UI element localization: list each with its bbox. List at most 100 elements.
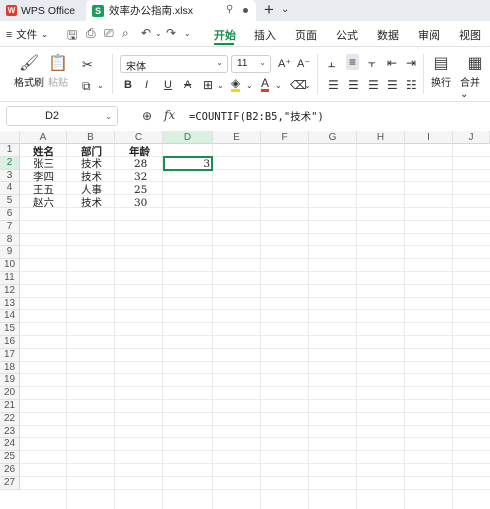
column-header-a[interactable]: A (20, 131, 67, 144)
cell-b3[interactable]: 技术 (81, 171, 102, 183)
indent-decrease-icon[interactable]: ⇤ (387, 56, 397, 70)
font-color-button[interactable]: A (261, 77, 270, 92)
row-header-20[interactable]: 20 (0, 387, 20, 400)
row-header-21[interactable]: 21 (0, 400, 20, 413)
copy-icon[interactable]: ⧉ (82, 79, 91, 94)
print-preview-icon[interactable]: ⌕ (122, 26, 129, 41)
export-icon[interactable]: ⎙ (86, 26, 96, 41)
align-right-icon[interactable]: ☰ (368, 78, 379, 92)
row-header-5[interactable]: 5 (0, 195, 20, 208)
row-header-16[interactable]: 16 (0, 336, 20, 349)
column-header-e[interactable]: E (213, 131, 261, 144)
row-header-26[interactable]: 26 (0, 464, 20, 477)
align-bottom-icon[interactable]: ⫟ (368, 56, 375, 71)
wps-home-tab[interactable]: W WPS Office (0, 0, 82, 21)
unsaved-dot-icon[interactable] (243, 8, 248, 13)
cell-c5[interactable]: 30 (134, 197, 147, 209)
pin-icon[interactable]: ⚲ (226, 4, 233, 15)
row-header-13[interactable]: 13 (0, 297, 20, 311)
row-header-8[interactable]: 8 (0, 233, 20, 247)
function-icon[interactable]: fx (164, 108, 175, 122)
cell-a2[interactable]: 张三 (33, 158, 54, 170)
column-header-c[interactable]: C (115, 131, 163, 144)
cell-b4[interactable]: 人事 (81, 184, 102, 196)
quick-access-dropdown-icon[interactable]: ⌄ (184, 29, 191, 38)
tab-review[interactable]: 审阅 (418, 27, 440, 43)
column-header-b[interactable]: B (67, 131, 115, 144)
cell-a5[interactable]: 赵六 (33, 197, 54, 209)
font-size-select[interactable]: 11 ⌄ (231, 55, 271, 73)
align-left-icon[interactable]: ☰ (328, 78, 339, 92)
undo-dropdown-icon[interactable]: ⌄ (155, 29, 162, 38)
tab-view[interactable]: 视图 (459, 27, 481, 43)
align-top-icon[interactable]: ⫠ (328, 56, 335, 71)
chevron-down-icon[interactable]: ⌄ (281, 4, 289, 15)
cell-c3[interactable]: 32 (134, 171, 147, 183)
row-header-24[interactable]: 24 (0, 438, 20, 452)
row-header-15[interactable]: 15 (0, 323, 20, 336)
cell-d2-value[interactable]: 3 (163, 158, 210, 170)
column-header-f[interactable]: F (261, 131, 309, 144)
cell-a4[interactable]: 王五 (33, 184, 54, 196)
align-middle-icon[interactable]: ≡ (346, 54, 360, 70)
tab-insert[interactable]: 插入 (254, 27, 276, 43)
cell-c4[interactable]: 25 (134, 184, 147, 196)
row-header-9[interactable]: 9 (0, 246, 20, 260)
column-header-g[interactable]: G (309, 131, 357, 144)
row-header-22[interactable]: 22 (0, 412, 20, 426)
cell-a1[interactable]: 姓名 (33, 146, 54, 158)
row-header-7[interactable]: 7 (0, 220, 20, 234)
chevron-down-icon[interactable]: ⌄ (304, 81, 311, 90)
cell-b1[interactable]: 部门 (81, 146, 102, 158)
name-box[interactable]: D2 ⌄ (6, 106, 118, 126)
justify-icon[interactable]: ☰ (387, 78, 398, 92)
undo-icon[interactable]: ↶ (141, 26, 151, 40)
new-tab-button[interactable]: + (264, 0, 274, 20)
row-header-18[interactable]: 18 (0, 361, 20, 375)
merge-cells-button[interactable]: ▦ 合并 ⌄ (460, 54, 490, 100)
cut-icon[interactable]: ✂ (82, 57, 93, 73)
cell-b2[interactable]: 技术 (81, 158, 102, 170)
spreadsheet-grid[interactable]: A B C D E F G H I J 1 2 3 4 5 6 7 8 9 10 11 12 13 14 1… (0, 131, 490, 509)
row-header-19[interactable]: 19 (0, 374, 20, 388)
row-header-2[interactable]: 2 (0, 156, 20, 170)
row-header-4[interactable]: 4 (0, 182, 20, 196)
row-header-23[interactable]: 23 (0, 425, 20, 439)
column-header-h[interactable]: H (357, 131, 405, 144)
chevron-down-icon[interactable]: ⌄ (275, 81, 282, 90)
tab-page[interactable]: 页面 (295, 27, 317, 43)
column-header-j[interactable]: J (453, 131, 490, 144)
cell-c1[interactable]: 年龄 (129, 146, 150, 158)
row-header-17[interactable]: 17 (0, 348, 20, 362)
file-menu[interactable]: ≡ 文件 ⌄ (6, 27, 48, 42)
row-header-25[interactable]: 25 (0, 451, 20, 464)
fill-color-icon[interactable]: ◈ (231, 77, 241, 92)
print-icon[interactable]: ⎚ (104, 26, 114, 41)
font-family-select[interactable]: 宋体 ⌄ (120, 55, 228, 73)
italic-button[interactable]: I (145, 79, 148, 91)
save-icon[interactable]: 🖫 (67, 26, 77, 47)
row-header-12[interactable]: 12 (0, 284, 20, 298)
row-header-27[interactable]: 27 (0, 476, 20, 490)
format-painter-button[interactable]: 🖌 格式刷 (14, 54, 44, 89)
border-icon[interactable]: ⊞ (203, 78, 213, 92)
select-all-corner[interactable] (0, 131, 20, 144)
tab-home[interactable]: 开始 (214, 27, 236, 43)
strikethrough-button[interactable]: A (184, 79, 191, 91)
column-header-d[interactable]: D (163, 131, 213, 144)
tab-data[interactable]: 数据 (377, 27, 399, 43)
chevron-down-icon[interactable]: ⌄ (217, 81, 224, 90)
zoom-icon[interactable]: ⊕ (142, 109, 152, 123)
wrap-text-button[interactable]: ▤ 换行 (431, 54, 451, 89)
copy-dropdown-icon[interactable]: ⌄ (97, 81, 104, 90)
redo-icon[interactable]: ↷ (166, 26, 176, 40)
row-header-10[interactable]: 10 (0, 259, 20, 272)
tab-formula[interactable]: 公式 (336, 27, 358, 43)
align-center-icon[interactable]: ☰ (348, 78, 359, 92)
cell-c2[interactable]: 28 (134, 158, 147, 170)
cell-b5[interactable]: 技术 (81, 197, 102, 209)
bold-button[interactable]: B (124, 79, 132, 91)
row-header-14[interactable]: 14 (0, 310, 20, 324)
column-header-i[interactable]: I (405, 131, 453, 144)
chevron-down-icon[interactable]: ⌄ (246, 81, 253, 90)
